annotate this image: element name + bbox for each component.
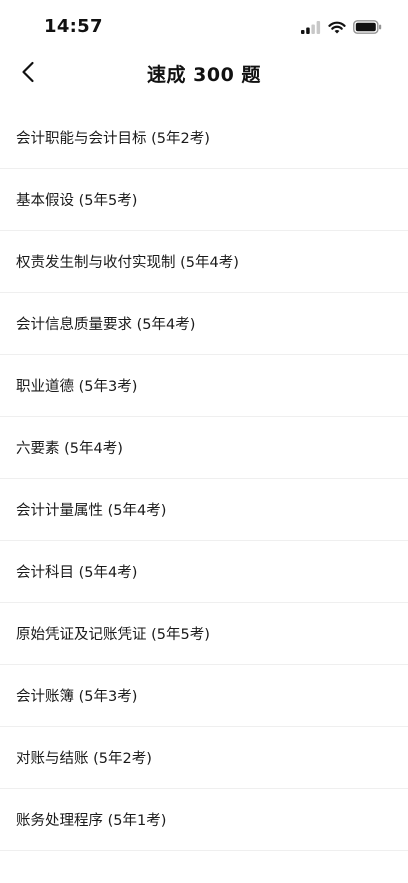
topic-item[interactable]: 会计职能与会计目标 (5年2考)	[0, 107, 408, 169]
topic-item[interactable]: 会计信息质量要求 (5年4考)	[0, 293, 408, 355]
navigation-bar: 速成 300 题	[0, 52, 408, 96]
topic-item[interactable]: 对账与结账 (5年2考)	[0, 727, 408, 789]
topic-item[interactable]: 会计科目 (5年4考)	[0, 541, 408, 603]
topic-item[interactable]: 原始凭证及记账凭证 (5年5考)	[0, 603, 408, 665]
topic-item[interactable]: 六要素 (5年4考)	[0, 417, 408, 479]
topic-item[interactable]: 基本假设 (5年5考)	[0, 169, 408, 231]
topic-item[interactable]: 职业道德 (5年3考)	[0, 355, 408, 417]
status-icons	[301, 18, 382, 36]
topic-item[interactable]: 会计计量属性 (5年4考)	[0, 479, 408, 541]
status-time: 14:57	[44, 16, 103, 37]
status-bar: 14:57	[0, 0, 408, 52]
cellular-signal-icon	[301, 20, 321, 34]
battery-icon	[353, 20, 382, 34]
topic-list: 会计职能与会计目标 (5年2考) 基本假设 (5年5考) 权责发生制与收付实现制…	[0, 107, 408, 851]
topic-item[interactable]: 权责发生制与收付实现制 (5年4考)	[0, 231, 408, 293]
topic-item[interactable]: 账务处理程序 (5年1考)	[0, 789, 408, 851]
wifi-icon	[328, 21, 346, 34]
topic-item[interactable]: 会计账簿 (5年3考)	[0, 665, 408, 727]
page-title: 速成 300 题	[147, 64, 261, 86]
